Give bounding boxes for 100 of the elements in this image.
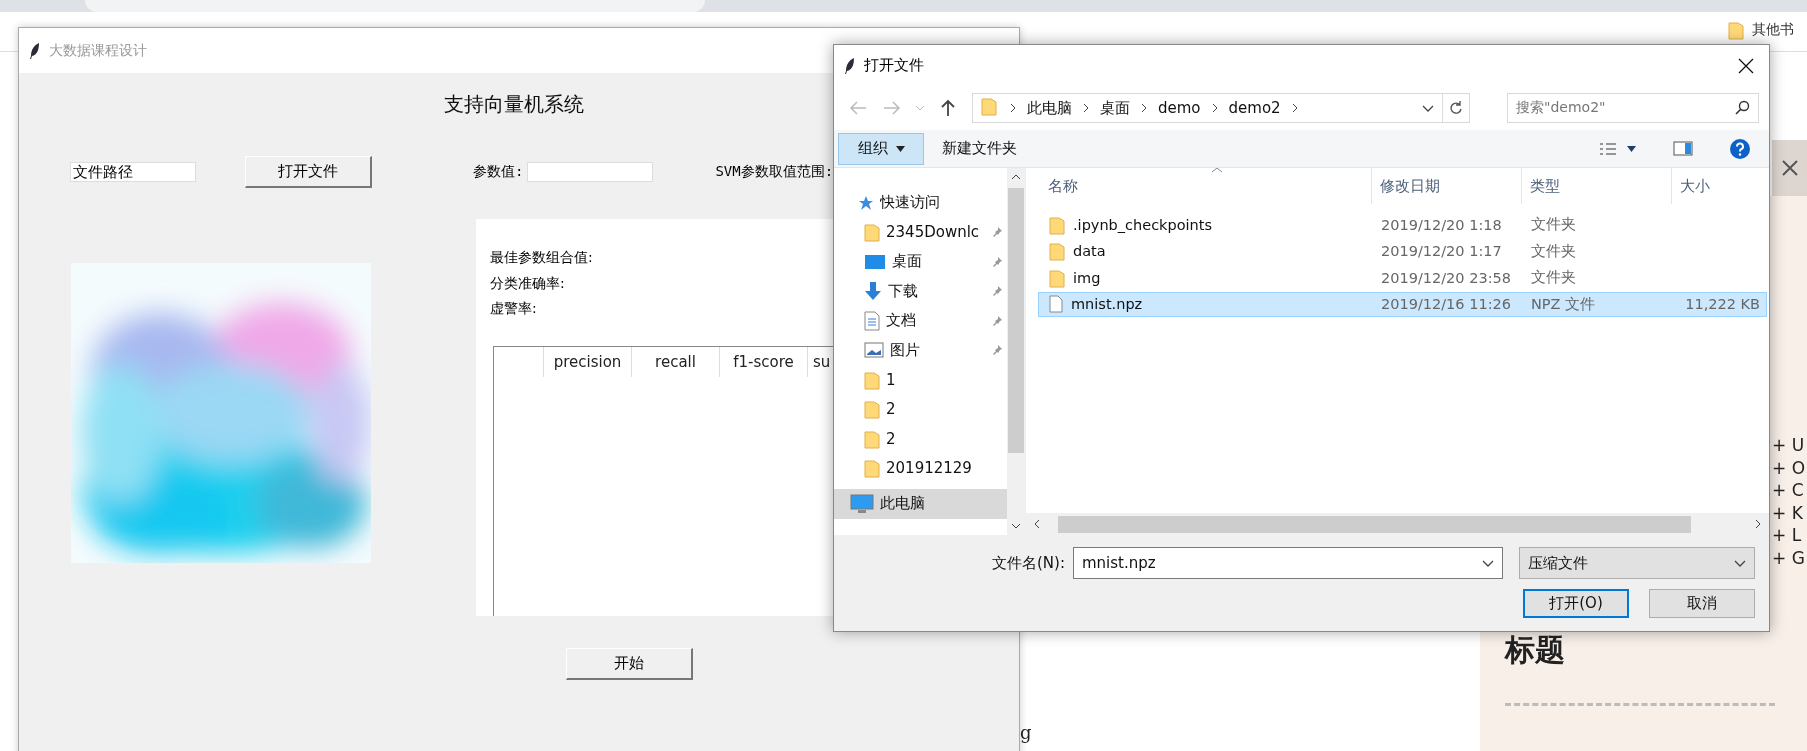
- start-button[interactable]: 开始: [566, 648, 693, 680]
- file-row[interactable]: data 2019/12/20 1:17 文件夹: [1038, 238, 1767, 264]
- bookmark-link[interactable]: 其他书: [1752, 21, 1794, 39]
- pin-icon: [991, 314, 1003, 327]
- pin-icon: [991, 285, 1003, 298]
- close-icon[interactable]: [1780, 159, 1799, 177]
- nav-item[interactable]: 2: [834, 424, 1007, 454]
- computer-icon: [850, 493, 874, 514]
- dialog-title: 打开文件: [864, 56, 924, 75]
- pin-icon: [991, 344, 1003, 357]
- panel-heading: 标题: [1505, 631, 1565, 669]
- nav-item[interactable]: 此电脑: [834, 489, 1007, 519]
- file-type: NPZ 文件: [1530, 294, 1597, 314]
- preview-pane-icon[interactable]: [1673, 141, 1693, 156]
- nav-item[interactable]: 下载: [834, 276, 1007, 306]
- param-field[interactable]: [527, 162, 654, 182]
- file-name: .ipynb_checkpoints: [1073, 216, 1213, 233]
- folder-icon: [864, 369, 880, 390]
- chevron-right-icon: [1290, 103, 1299, 113]
- close-icon: [1738, 57, 1754, 74]
- search-field[interactable]: 搜索"demo2": [1507, 93, 1759, 123]
- nav-item[interactable]: 快速访问: [834, 188, 1007, 218]
- back-arrow-icon: [849, 101, 867, 115]
- app-heading: 支持向量机系统: [444, 91, 584, 118]
- file-row[interactable]: mnist.npz 2019/12/16 11:26 NPZ 文件 11,222 KB: [1038, 291, 1767, 317]
- file-icon: [1049, 295, 1063, 313]
- refresh-icon[interactable]: [1449, 100, 1463, 116]
- nav-item[interactable]: 2345Downlc: [834, 217, 1007, 247]
- shortcut-text: + U: [1772, 434, 1806, 457]
- chevron-right-icon: [1210, 103, 1219, 113]
- file-row[interactable]: img 2019/12/20 23:58 文件夹: [1038, 265, 1767, 290]
- file-name: data: [1073, 243, 1106, 259]
- dialog-button[interactable]: 打开(O): [1523, 589, 1629, 618]
- folder-icon: [864, 428, 880, 449]
- file-name-field[interactable]: mnist.npz: [1073, 547, 1503, 579]
- shortcut-text: + G: [1772, 546, 1806, 569]
- window-title: 大数据课程设计: [49, 41, 147, 60]
- dialog-button[interactable]: 取消: [1649, 589, 1755, 618]
- shortcut-text: + O: [1772, 456, 1806, 479]
- result-label: 分类准确率:: [490, 273, 565, 293]
- nav-item[interactable]: 201912129: [834, 453, 1007, 483]
- search-icon: [1734, 100, 1750, 116]
- file-date: 2019/12/20 1:17: [1380, 243, 1503, 259]
- document-icon: [864, 310, 880, 331]
- file-type: 文件夹: [1530, 215, 1577, 234]
- breadcrumb-item[interactable]: demo: [1152, 99, 1207, 117]
- desktop-icon: [864, 253, 886, 270]
- file-name: img: [1073, 269, 1101, 286]
- address-bar[interactable]: 此电脑 桌面 demo demo2: [972, 93, 1470, 123]
- open-file-button[interactable]: 打开文件: [245, 156, 372, 188]
- file-date: 2019/12/16 11:26: [1380, 296, 1512, 312]
- organize-button[interactable]: 组织: [838, 132, 924, 165]
- file-name: mnist.npz: [1071, 296, 1143, 312]
- file-row[interactable]: .ipynb_checkpoints 2019/12/20 1:18 文件夹: [1038, 212, 1767, 237]
- folder-icon: [864, 458, 880, 479]
- view-options-icon[interactable]: [1599, 141, 1637, 156]
- folder-icon: [1049, 214, 1065, 235]
- caret-icon: [895, 145, 905, 152]
- download-arrow-icon: [864, 281, 882, 302]
- folder-icon: [1049, 241, 1065, 261]
- column-header[interactable]: 类型: [1522, 168, 1672, 204]
- path-field[interactable]: 文件路径: [70, 162, 196, 182]
- nav-item[interactable]: 桌面: [834, 247, 1007, 277]
- pin-icon: [991, 226, 1003, 239]
- file-type-dropdown[interactable]: 压缩文件: [1519, 547, 1755, 579]
- scrollbar[interactable]: [1026, 513, 1769, 535]
- file-type: 文件夹: [1530, 241, 1577, 261]
- forward-arrow-icon: [883, 101, 901, 115]
- chevron-down-icon: [915, 104, 925, 112]
- folder-icon: [864, 399, 880, 420]
- scrollbar[interactable]: [1007, 168, 1025, 535]
- breadcrumb-item[interactable]: 此电脑: [1021, 98, 1078, 118]
- result-label: 虚警率:: [490, 299, 537, 318]
- scroll-up-icon[interactable]: [1011, 174, 1021, 180]
- column-header: recall: [632, 346, 720, 377]
- feather-icon: [29, 41, 41, 60]
- star-icon: [858, 194, 874, 211]
- shortcut-text: + L: [1772, 524, 1803, 547]
- chevron-right-icon: [1009, 103, 1017, 113]
- breadcrumb-item[interactable]: demo2: [1222, 99, 1287, 117]
- bookmark-folder-icon: [1728, 20, 1744, 40]
- nav-item[interactable]: 文档: [834, 306, 1007, 336]
- up-arrow-icon: [940, 99, 956, 117]
- breadcrumb-item[interactable]: 桌面: [1094, 98, 1136, 118]
- column-header[interactable]: 名称: [1038, 168, 1372, 204]
- nav-item[interactable]: 2: [834, 394, 1007, 424]
- column-header[interactable]: 大小: [1672, 168, 1768, 204]
- text-fragment: g: [1020, 722, 1032, 743]
- shortcut-text: + K: [1772, 501, 1804, 524]
- help-icon[interactable]: [1729, 137, 1751, 160]
- chevron-right-icon: [1140, 103, 1148, 113]
- column-header[interactable]: 修改日期: [1372, 168, 1522, 204]
- chevron-right-icon: [1082, 103, 1090, 113]
- folder-icon: [981, 96, 997, 116]
- column-header: f1-score: [720, 346, 808, 377]
- scroll-down-icon[interactable]: [1011, 523, 1021, 529]
- new-folder-button[interactable]: 新建文件夹: [930, 132, 1029, 165]
- picture-icon: [864, 342, 884, 359]
- result-label: 最佳参数组合值:: [490, 248, 593, 267]
- file-date: 2019/12/20 1:18: [1380, 216, 1503, 233]
